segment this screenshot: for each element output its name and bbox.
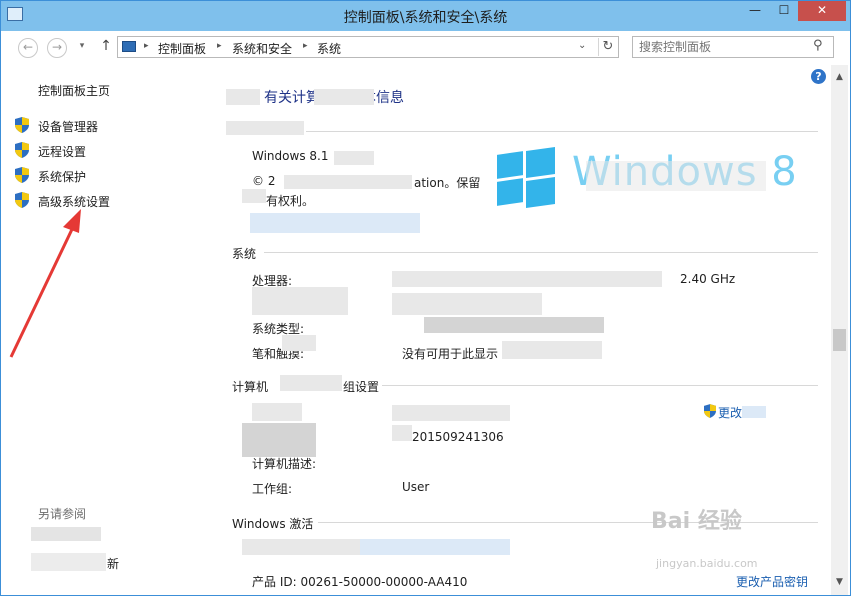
refresh-button[interactable]: ↻ (598, 38, 617, 56)
workgroup-value: User (402, 480, 430, 494)
shield-icon (15, 117, 29, 133)
search-icon[interactable]: ⚲ (813, 38, 823, 53)
baidu-watermark-url: jingyan.baidu.com (656, 557, 758, 570)
change-settings-link[interactable]: 更改 (704, 404, 766, 420)
shield-icon (15, 167, 29, 183)
control-panel-home-link[interactable]: 控制面板主页 (38, 82, 110, 99)
navigation-bar: ← → ▾ ↑ ▸ 控制面板 ▸ 系统和安全 ▸ 系统 ⌄ ↻ ⚲ (1, 31, 850, 65)
redaction-block (314, 89, 374, 105)
activation-section-header: Windows 激活 (232, 517, 314, 531)
change-product-key-link[interactable]: 更改产品密钥 (736, 573, 808, 590)
baidu-watermark: Bai 经验 (651, 509, 742, 534)
shield-icon (15, 192, 29, 208)
system-window: 控制面板\系统和安全\系统 — ☐ ✕ ← → ▾ ↑ ▸ 控制面板 ▸ 系统和… (0, 0, 851, 596)
change-settings-label: 更改 (718, 406, 743, 420)
section-divider (306, 131, 818, 132)
sidebar-item-label: 设备管理器 (38, 120, 99, 134)
copyright-fragment: © 2 (252, 174, 276, 188)
breadcrumb-separator[interactable]: ▸ (217, 41, 222, 51)
breadcrumb-separator[interactable]: ▸ (303, 41, 308, 51)
pen-touch-value: 没有可用于此显示 (402, 347, 499, 361)
breadcrumb-control-panel[interactable]: 控制面板 (158, 40, 206, 57)
processor-value: 2.40 GHz (680, 272, 736, 286)
shield-icon (704, 404, 716, 418)
up-button[interactable]: ↑ (96, 38, 116, 58)
redaction-block (502, 341, 602, 359)
maximize-button[interactable]: ☐ (771, 1, 797, 21)
address-dropdown-icon[interactable]: ⌄ (578, 40, 586, 51)
redaction-block (424, 317, 604, 333)
section-divider (318, 522, 818, 523)
close-button[interactable]: ✕ (798, 1, 846, 21)
sidebar-item-label: 系统保护 (38, 170, 87, 184)
sidebar-item-label: 远程设置 (38, 145, 87, 159)
computer-name-value: 201509241306 (412, 430, 504, 444)
sidebar-item-label: 高级系统设置 (38, 195, 111, 209)
sidebar-link-suffix[interactable]: 新 (107, 555, 119, 572)
computer-section-header: 计算机 (232, 380, 269, 394)
product-id: 产品 ID: 00261-50000-00000-AA410 (252, 575, 468, 589)
redaction-block (586, 161, 766, 191)
section-divider (382, 385, 818, 386)
redaction-block (284, 175, 412, 189)
redaction-block (250, 213, 420, 233)
redacted-link[interactable] (31, 553, 106, 571)
redaction-block (252, 287, 348, 315)
shield-icon (15, 142, 29, 158)
windows-edition: Windows 8.1 (252, 149, 329, 163)
redacted-link[interactable] (31, 527, 101, 541)
search-box[interactable]: ⚲ (632, 36, 834, 58)
breadcrumb-system[interactable]: 系统 (317, 40, 341, 57)
redaction-block (242, 539, 360, 555)
copyright-fragment: ation。保留 (414, 176, 481, 190)
redaction-block (242, 423, 316, 457)
see-also-heading: 另请参阅 (38, 507, 87, 521)
forward-button[interactable]: → (47, 38, 67, 58)
back-button[interactable]: ← (18, 38, 38, 58)
computer-icon (122, 41, 136, 52)
redaction-block (334, 151, 374, 165)
search-input[interactable] (639, 39, 809, 55)
redaction-block (242, 189, 266, 203)
window-title: 控制面板\系统和安全\系统 (343, 10, 508, 26)
vertical-scrollbar[interactable]: ▲ ▼ (831, 65, 848, 595)
redaction-block (282, 335, 316, 351)
workgroup-label: 工作组: (252, 482, 293, 496)
computer-section-header-tail: 组设置 (343, 380, 380, 394)
redaction-block (392, 271, 662, 287)
breadcrumb-system-security[interactable]: 系统和安全 (232, 40, 292, 57)
sidebar: 控制面板主页 设备管理器 远程设置 系统保护 高级系统设置 另请参阅 新 (1, 65, 206, 595)
redaction-block (226, 89, 260, 105)
scroll-up-icon[interactable]: ▲ (831, 69, 848, 86)
redaction-link[interactable] (360, 539, 510, 555)
redaction-block (252, 403, 302, 421)
windows-logo (497, 146, 555, 209)
minimize-button[interactable]: — (742, 1, 768, 21)
recent-locations-dropdown[interactable]: ▾ (76, 38, 88, 58)
scroll-thumb[interactable] (833, 329, 846, 351)
redaction-block (392, 293, 542, 315)
section-divider (264, 252, 818, 253)
redaction-block (280, 375, 342, 391)
address-bar[interactable]: ▸ 控制面板 ▸ 系统和安全 ▸ 系统 ⌄ ↻ (117, 36, 619, 58)
scroll-down-icon[interactable]: ▼ (831, 574, 848, 591)
title-bar[interactable]: 控制面板\系统和安全\系统 — ☐ ✕ (1, 1, 850, 31)
breadcrumb-separator[interactable]: ▸ (144, 41, 149, 51)
redaction-block (226, 121, 304, 135)
help-icon[interactable]: ? (811, 69, 826, 84)
computer-description-label: 计算机描述: (252, 457, 317, 471)
system-section-header: 系统 (232, 247, 257, 261)
copyright-fragment: 有权利。 (266, 194, 315, 208)
redaction-block (742, 406, 766, 418)
redaction-block (392, 425, 412, 441)
redaction-block (392, 405, 510, 421)
